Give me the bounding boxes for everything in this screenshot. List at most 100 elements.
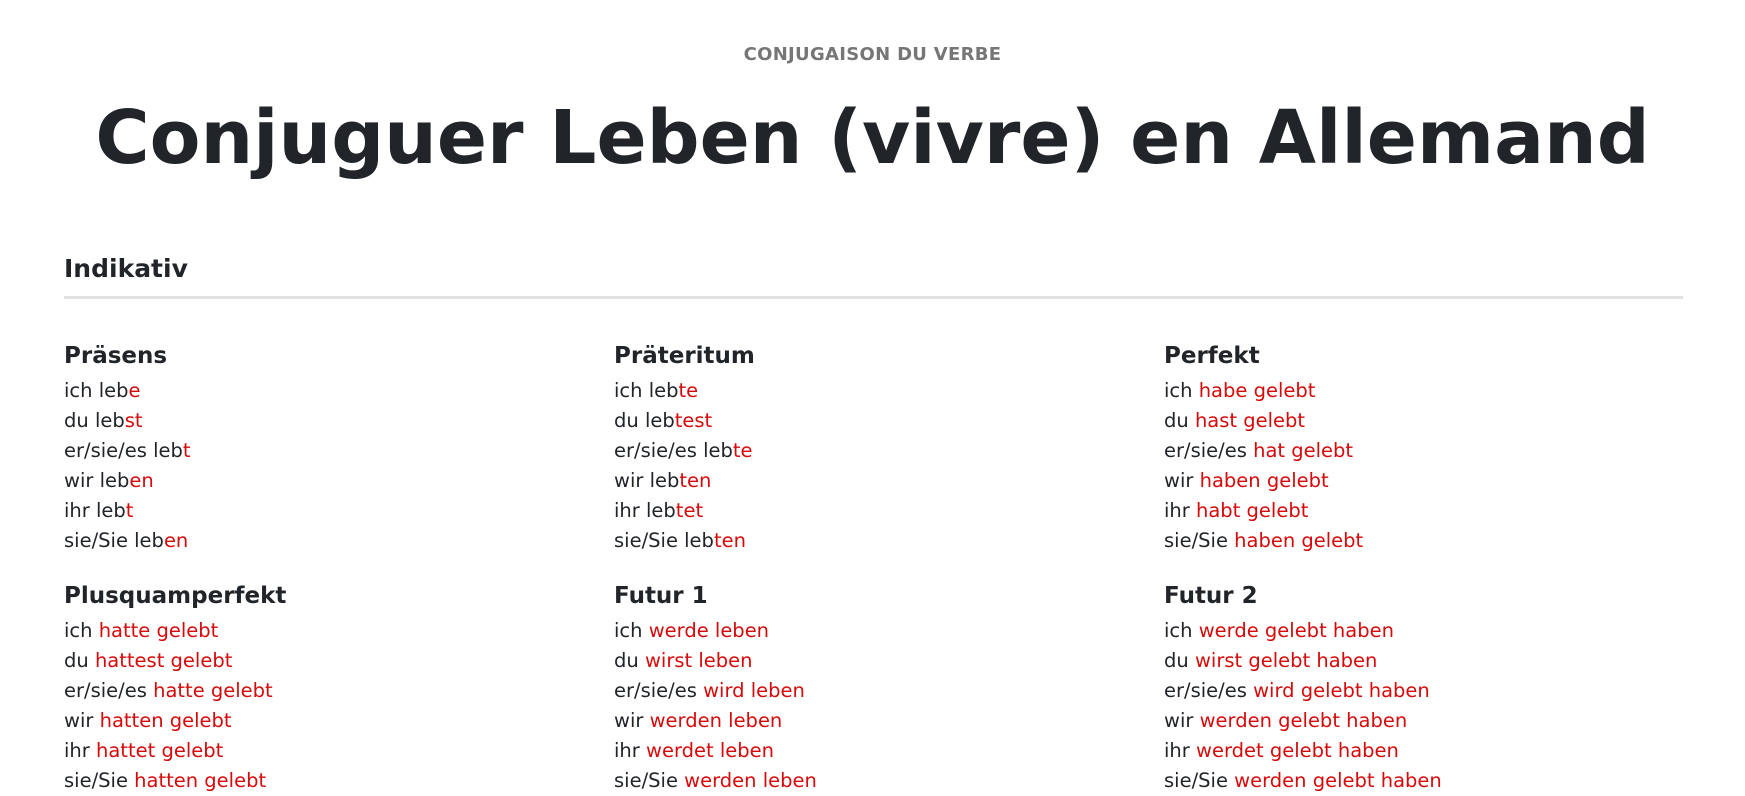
pronoun: ich [1164,379,1193,402]
form-row: wir lebten [614,466,1134,496]
form-row: ihr hattet gelebt [64,736,584,766]
verb-ending: werde leben [648,619,770,642]
pronoun: er/sie/es [614,439,697,462]
verb-ending: wird leben [703,679,805,702]
verb-stem: leb [684,529,714,552]
tense-title: Perfekt [1164,343,1260,369]
form-row: ich lebe [64,376,584,406]
pronoun: sie/Sie [1164,769,1228,792]
verb-stem: leb [646,499,676,522]
pronoun: wir [1164,469,1194,492]
pronoun: ihr [1164,739,1190,762]
tense-block-perfekt: Perfekt ich habe gelebt du hast gelebt e… [1164,340,1684,556]
verb-ending: hatten gelebt [99,709,232,732]
verb-ending: werden leben [684,769,817,792]
tense-block-plusquamperfekt: Plusquamperfekt ich hatte gelebt du hatt… [64,580,584,796]
form-row: wir werden leben [614,706,1134,736]
verb-ending: hat gelebt [1253,439,1354,462]
form-list: ich habe gelebt du hast gelebt er/sie/es… [1164,376,1684,556]
pronoun: ihr [614,739,640,762]
verb-stem: leb [153,439,183,462]
verb-ending: te [732,439,753,462]
verb-ending: en [163,529,189,552]
verb-ending: wird gelebt haben [1253,679,1430,702]
verb-ending: hatten gelebt [134,769,267,792]
verb-ending: werdet gelebt haben [1196,739,1399,762]
form-row: du lebtest [614,406,1134,436]
page-eyebrow: CONJUGAISON DU VERBE [743,44,1002,65]
pronoun: sie/Sie [1164,529,1228,552]
tense-title: Plusquamperfekt [64,583,287,609]
form-row: du hattest gelebt [64,646,584,676]
pronoun: du [614,649,639,672]
pronoun: er/sie/es [64,439,147,462]
verb-ending: ten [679,469,712,492]
form-row: ihr habt gelebt [1164,496,1684,526]
tense-block-praesens: Präsens ich lebe du lebst er/sie/es lebt… [64,340,584,556]
pronoun: sie/Sie [64,769,128,792]
tense-block-futur-2: Futur 2 ich werde gelebt haben du wirst … [1164,580,1684,796]
form-row: ich lebte [614,376,1134,406]
form-row: du wirst leben [614,646,1134,676]
verb-stem: leb [648,379,679,402]
verb-ending: te [678,379,699,402]
pronoun: wir [64,709,94,732]
verb-ending: habe gelebt [1198,379,1316,402]
pronoun: ihr [1164,499,1190,522]
form-row: sie/Sie werden leben [614,766,1134,796]
pronoun: du [1164,649,1189,672]
verb-ending: werde gelebt haben [1198,619,1394,642]
verb-ending: haben gelebt [1234,529,1364,552]
form-row: ihr lebt [64,496,584,526]
tense-title: Präsens [64,343,168,369]
verb-stem: leb [99,469,130,492]
form-row: ihr lebtet [614,496,1134,526]
verb-ending: haben gelebt [1199,469,1329,492]
form-row: er/sie/es wird gelebt haben [1164,676,1684,706]
pronoun: du [1164,409,1189,432]
form-row: sie/Sie leben [64,526,584,556]
verb-ending: tet [675,499,704,522]
verb-ending: werden gelebt haben [1234,769,1442,792]
tense-title: Futur 2 [1164,583,1258,609]
pronoun: er/sie/es [64,679,147,702]
form-row: ich habe gelebt [1164,376,1684,406]
form-row: du lebst [64,406,584,436]
form-row: sie/Sie werden gelebt haben [1164,766,1684,796]
form-row: sie/Sie lebten [614,526,1134,556]
verb-stem: leb [94,409,125,432]
verb-ending: wirst gelebt haben [1194,649,1378,672]
pronoun: sie/Sie [614,529,678,552]
form-row: wir werden gelebt haben [1164,706,1684,736]
verb-ending: hatte gelebt [98,619,219,642]
form-row: wir haben gelebt [1164,466,1684,496]
verb-ending: wirst leben [644,649,753,672]
pronoun: ich [614,379,643,402]
verb-ending: hattet gelebt [96,739,224,762]
verb-ending: werden gelebt haben [1199,709,1408,732]
pronoun: wir [614,469,644,492]
tense-title: Präteritum [614,343,755,369]
form-row: er/sie/es lebte [614,436,1134,466]
pronoun: er/sie/es [1164,679,1247,702]
form-row: ich werde leben [614,616,1134,646]
pronoun: du [614,409,639,432]
form-row: er/sie/es lebt [64,436,584,466]
form-row: ihr werdet leben [614,736,1134,766]
form-row: du hast gelebt [1164,406,1684,436]
pronoun: sie/Sie [64,529,128,552]
form-row: er/sie/es hatte gelebt [64,676,584,706]
pronoun: ich [64,619,93,642]
form-row: wir hatten gelebt [64,706,584,736]
pronoun: wir [614,709,644,732]
form-list: ich werde leben du wirst leben er/sie/es… [614,616,1134,796]
verb-stem: leb [134,529,164,552]
form-row: wir leben [64,466,584,496]
form-row: er/sie/es wird leben [614,676,1134,706]
pronoun: ich [64,379,93,402]
verb-ending: werdet leben [646,739,774,762]
form-row: sie/Sie haben gelebt [1164,526,1684,556]
form-row: ich werde gelebt haben [1164,616,1684,646]
verb-ending: t [125,499,134,522]
pronoun: ich [1164,619,1193,642]
